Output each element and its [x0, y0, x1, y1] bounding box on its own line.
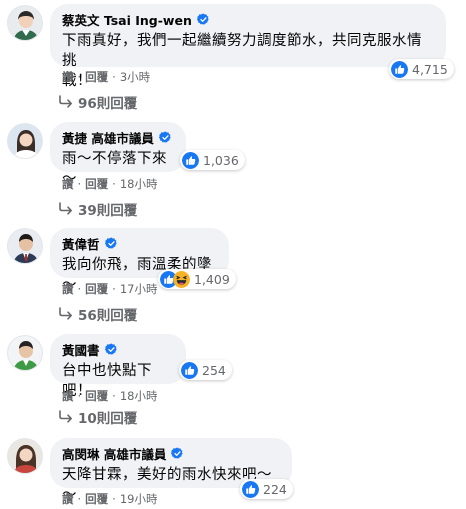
- avatar[interactable]: [7, 438, 43, 474]
- like-button[interactable]: 讚: [62, 69, 74, 85]
- replies-count: 56則回覆: [78, 308, 138, 324]
- view-replies-link[interactable]: 39則回覆: [58, 199, 137, 219]
- timestamp[interactable]: 3小時: [120, 69, 150, 85]
- reaction-count: 1,409: [194, 271, 230, 287]
- comment-actions: 讚 · 回覆 · 19小時: [62, 491, 158, 507]
- like-button[interactable]: 讚: [62, 491, 74, 507]
- timestamp[interactable]: 18小時: [120, 388, 158, 404]
- view-replies-link[interactable]: 56則回覆: [58, 304, 137, 324]
- comment-bubble: 黃國書 台中也快點下吧！: [50, 334, 186, 399]
- comment-bubble: 黃捷 高雄市議員 雨～不停落下來～: [50, 122, 186, 187]
- replies-count: 96則回覆: [78, 96, 138, 112]
- reaction-count: 254: [202, 362, 226, 378]
- haha-icon: [173, 271, 190, 288]
- author-name[interactable]: 黃捷 高雄市議員: [62, 128, 154, 147]
- comment-actions: 讚 · 回覆 · 18小時: [62, 388, 158, 404]
- like-icon: [181, 362, 198, 379]
- comment-bubble: 蔡英文 Tsai Ing-wen 下雨真好，我們一起繼續努力調度節水，共同克服水…: [50, 4, 446, 89]
- like-icon: [391, 61, 408, 78]
- comment-actions: 讚 · 回覆 · 3小時: [62, 69, 151, 85]
- like-button[interactable]: 讚: [62, 176, 74, 192]
- verified-badge-icon: [197, 13, 210, 26]
- avatar[interactable]: [7, 228, 43, 264]
- reaction-count: 1,036: [203, 152, 239, 168]
- reaction-summary[interactable]: 4,715: [389, 59, 454, 79]
- timestamp[interactable]: 18小時: [120, 176, 158, 192]
- like-icon: [242, 481, 259, 498]
- reply-button[interactable]: 回覆: [85, 388, 108, 404]
- verified-badge-icon: [159, 131, 172, 144]
- like-button[interactable]: 讚: [62, 388, 74, 404]
- author-name[interactable]: 黃國書: [62, 340, 100, 359]
- reply-button[interactable]: 回覆: [85, 69, 108, 85]
- comment-actions: 讚 · 回覆 · 18小時: [62, 176, 158, 192]
- avatar[interactable]: [7, 335, 43, 371]
- view-replies-link[interactable]: 96則回覆: [58, 92, 137, 112]
- view-replies-link[interactable]: 10則回覆: [58, 407, 137, 427]
- reply-arrow-icon: [58, 202, 74, 216]
- avatar[interactable]: [7, 123, 43, 159]
- avatar[interactable]: [7, 5, 43, 41]
- reaction-count: 224: [263, 481, 287, 497]
- like-icon: [182, 152, 199, 169]
- author-name[interactable]: 黃偉哲: [62, 234, 100, 253]
- reaction-summary[interactable]: 224: [240, 479, 293, 499]
- reply-button[interactable]: 回覆: [85, 281, 108, 297]
- comment-actions: 讚 · 回覆 · 17小時: [62, 281, 158, 297]
- replies-count: 10則回覆: [78, 411, 138, 427]
- reaction-summary[interactable]: 1,409: [158, 269, 236, 289]
- verified-badge-icon: [171, 447, 184, 460]
- reply-button[interactable]: 回覆: [85, 176, 108, 192]
- author-name[interactable]: 高閔琳 高雄市議員: [62, 444, 166, 463]
- reply-arrow-icon: [58, 95, 74, 109]
- verified-badge-icon: [105, 237, 118, 250]
- reaction-summary[interactable]: 1,036: [180, 150, 245, 170]
- timestamp[interactable]: 19小時: [120, 491, 158, 507]
- reaction-summary[interactable]: 254: [179, 360, 232, 380]
- reply-arrow-icon: [58, 307, 74, 321]
- like-button[interactable]: 讚: [62, 281, 74, 297]
- author-name[interactable]: 蔡英文 Tsai Ing-wen: [62, 10, 192, 29]
- replies-count: 39則回覆: [78, 203, 138, 219]
- timestamp[interactable]: 17小時: [120, 281, 158, 297]
- reply-arrow-icon: [58, 410, 74, 424]
- reaction-count: 4,715: [412, 61, 448, 77]
- verified-badge-icon: [105, 343, 118, 356]
- reply-button[interactable]: 回覆: [85, 491, 108, 507]
